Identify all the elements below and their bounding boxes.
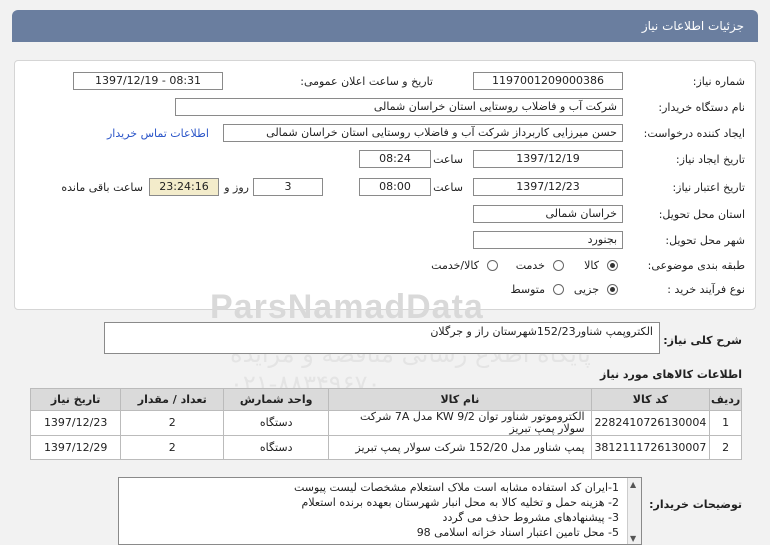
note-line: 5- محل تامین اعتبار اسناد خزانه اسلامی 9… (416, 526, 619, 539)
goods-section-title: اطلاعات کالاهای مورد نیاز (600, 368, 742, 381)
process-minor-radio[interactable] (607, 284, 618, 295)
category-both-label: کالا/خدمت (431, 259, 479, 272)
process-minor-label: جزیی (573, 283, 599, 296)
remaining-time-field: 23:24:16 (149, 178, 219, 196)
page-title: جزئیات اطلاعات نیاز (641, 19, 744, 33)
col-need-date: تاریخ نیاز (29, 388, 122, 411)
note-line: 1-ایران کد استفاده مشابه است ملاک استعلا… (293, 481, 619, 494)
category-goods-radio[interactable] (607, 260, 618, 271)
cell-item-name: الکتروموتور شناور توان KW 9/2 مدل 7A شرک… (328, 410, 592, 436)
category-both-radio[interactable] (487, 260, 498, 271)
process-medium-label: متوسط (510, 283, 545, 296)
cell-item-code: 3812111726130007 (590, 435, 711, 460)
buyer-label: نام دستگاه خریدار: (658, 101, 745, 114)
category-goods-label: کالا (584, 259, 599, 272)
col-item-code: کد کالا (590, 388, 711, 411)
creator-label: ایجاد کننده درخواست: (643, 127, 745, 140)
valid-time-field: 08:00 (359, 178, 431, 196)
category-label: طبقه بندی موضوعی: (647, 259, 745, 272)
cell-row: 2 (709, 435, 742, 460)
category-service-radio[interactable] (553, 260, 564, 271)
cell-need-date: 1397/12/29 (29, 435, 122, 460)
scroll-down-icon[interactable]: ▼ (630, 534, 636, 543)
cell-item-name: پمپ شناور مدل 152/20 شرکت سولار پمپ تبری… (328, 435, 592, 460)
created-time-label: ساعت (433, 153, 463, 166)
cell-quantity: 2 (120, 410, 225, 436)
cell-unit: دستگاه (223, 410, 330, 436)
buyer-field: شرکت آب و فاضلاب روستایی استان خراسان شم… (175, 98, 623, 116)
remaining-label: ساعت باقی مانده (61, 181, 143, 194)
process-medium-radio[interactable] (553, 284, 564, 295)
details-panel: شماره نیاز: 1197001209000386 تاریخ و ساع… (14, 60, 756, 310)
city-label: شهر محل تحویل: (665, 234, 745, 247)
cell-need-date: 1397/12/23 (29, 410, 122, 436)
announce-field: 1397/12/19 - 08:31 (73, 72, 223, 90)
cell-unit: دستگاه (223, 435, 330, 460)
goods-table: تاریخ نیاز تعداد / مقدار واحد شمارش نام … (29, 388, 742, 460)
creator-field: حسن میرزایی کاربرداز شرکت آب و فاضلاب رو… (223, 124, 623, 142)
city-field: بجنورد (473, 231, 623, 249)
table-row: 1397/12/23 2 دستگاه الکتروموتور شناور تو… (29, 410, 742, 436)
category-service-label: خدمت (515, 259, 545, 272)
valid-date-field: 1397/12/23 (473, 178, 623, 196)
col-item-name: نام کالا (328, 388, 592, 411)
province-label: استان محل تحویل: (658, 208, 745, 221)
created-time-field: 08:24 (359, 150, 431, 168)
note-line: 2- هزینه حمل و تخلیه کالا به محل انبار ش… (301, 496, 619, 509)
valid-time-label: ساعت (433, 181, 463, 194)
scroll-up-icon[interactable]: ▲ (630, 480, 636, 489)
contact-buyer-link[interactable]: اطلاعات تماس خریدار (107, 127, 209, 140)
days-field: 3 (253, 178, 323, 196)
page-header: جزئیات اطلاعات نیاز (12, 10, 758, 42)
created-date-field: 1397/12/19 (473, 150, 623, 168)
valid-date-label: تاریخ اعتبار نیاز: (672, 181, 745, 194)
description-label: شرح کلی نیاز: (663, 334, 742, 347)
buyer-notes-label: توضیحات خریدار: (649, 498, 742, 511)
col-quantity: تعداد / مقدار (120, 388, 225, 411)
announce-label: تاریخ و ساعت اعلان عمومی: (300, 75, 433, 88)
table-row: 1397/12/29 2 دستگاه پمپ شناور مدل 152/20… (29, 435, 742, 460)
process-label: نوع فرآیند خرید : (667, 283, 745, 296)
created-date-label: تاریخ ایجاد نیاز: (675, 153, 745, 166)
buyer-notes-box[interactable]: 1-ایران کد استفاده مشابه است ملاک استعلا… (118, 477, 642, 545)
cell-item-code: 2282410726130004 (590, 410, 711, 436)
need-number-label: شماره نیاز: (692, 75, 745, 88)
note-line: 3- پیشنهادهای مشروط حذف می گردد (442, 511, 619, 524)
province-field: خراسان شمالی (473, 205, 623, 223)
notes-scrollbar[interactable]: ▲ ▼ (627, 478, 641, 544)
cell-row: 1 (709, 410, 742, 436)
days-label: روز و (224, 181, 249, 194)
col-unit: واحد شمارش (223, 388, 330, 411)
description-field: الکتروپمپ شناور152/23شهرستان راز و جرگلا… (104, 322, 660, 354)
cell-quantity: 2 (120, 435, 225, 460)
goods-table-header: تاریخ نیاز تعداد / مقدار واحد شمارش نام … (29, 388, 742, 411)
col-row: ردیف (709, 388, 742, 411)
need-number-field: 1197001209000386 (473, 72, 623, 90)
